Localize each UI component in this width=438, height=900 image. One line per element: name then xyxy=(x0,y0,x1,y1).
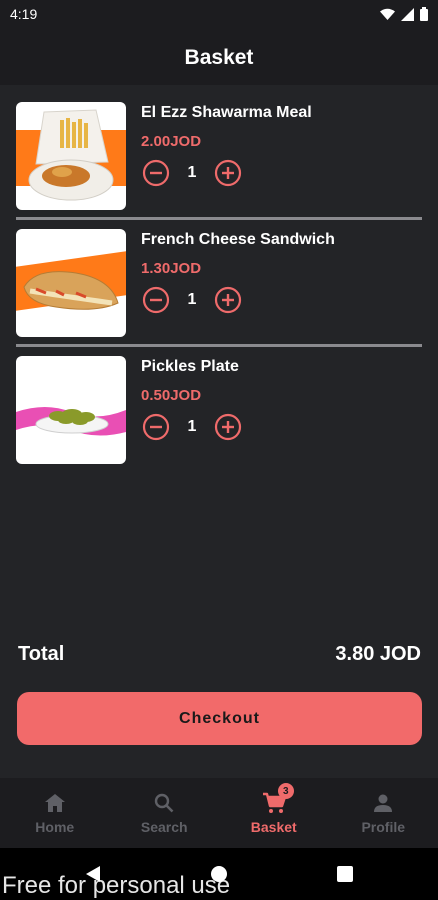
item-name: El Ezz Shawarma Meal xyxy=(141,104,312,121)
plus-circle-icon xyxy=(214,286,242,314)
item-divider xyxy=(16,344,422,347)
quantity-value: 1 xyxy=(187,291,197,308)
nav-home-label: Home xyxy=(35,819,75,835)
total-value: 3.80 JOD xyxy=(335,643,421,665)
basket-count-badge: 3 xyxy=(277,783,294,799)
checkout-button[interactable]: Checkout xyxy=(17,692,422,745)
recent-apps-icon[interactable] xyxy=(337,866,353,882)
checkout-label: Checkout xyxy=(179,709,260,727)
decrease-quantity-button[interactable] xyxy=(141,285,171,315)
increase-quantity-button[interactable] xyxy=(213,412,243,442)
item-price: 0.50JOD xyxy=(141,387,202,404)
watermark-text: Free for personal use xyxy=(2,872,231,899)
increase-quantity-button[interactable] xyxy=(213,285,243,315)
plus-circle-icon xyxy=(214,413,242,441)
shawarma-meal-image xyxy=(16,102,126,210)
status-icons xyxy=(380,7,428,21)
nav-home[interactable]: Home xyxy=(0,778,110,848)
pickles-plate-image xyxy=(16,356,126,464)
home-icon xyxy=(44,791,66,815)
cheese-sandwich-image xyxy=(16,229,126,337)
basket-item: French Cheese Sandwich 1.30JOD 1 xyxy=(16,229,422,347)
minus-circle-icon xyxy=(142,413,170,441)
quantity-stepper: 1 xyxy=(141,158,243,188)
decrease-quantity-button[interactable] xyxy=(141,412,171,442)
status-time: 4:19 xyxy=(10,6,38,22)
quantity-stepper: 1 xyxy=(141,412,243,442)
basket-item: El Ezz Shawarma Meal 2.00JOD 1 xyxy=(16,102,422,220)
increase-quantity-button[interactable] xyxy=(213,158,243,188)
page-title: Basket xyxy=(184,45,254,69)
item-divider xyxy=(16,217,422,220)
wifi-icon xyxy=(380,8,395,20)
plus-circle-icon xyxy=(214,159,242,187)
nav-profile[interactable]: Profile xyxy=(329,778,438,848)
item-price: 1.30JOD xyxy=(141,260,202,277)
status-bar: 4:19 xyxy=(0,0,438,30)
item-price: 2.00JOD xyxy=(141,133,202,150)
decrease-quantity-button[interactable] xyxy=(141,158,171,188)
app-header: Basket xyxy=(0,30,438,85)
quantity-value: 1 xyxy=(187,418,197,435)
person-icon xyxy=(373,791,393,815)
signal-icon xyxy=(401,7,414,21)
quantity-stepper: 1 xyxy=(141,285,243,315)
bottom-nav: Home Search 3 Basket Profile xyxy=(0,778,438,848)
total-label: Total xyxy=(18,643,65,665)
nav-profile-label: Profile xyxy=(361,819,406,835)
nav-basket[interactable]: 3 Basket xyxy=(219,778,329,848)
nav-basket-label: Basket xyxy=(250,819,297,835)
minus-circle-icon xyxy=(142,286,170,314)
minus-circle-icon xyxy=(142,159,170,187)
search-icon xyxy=(154,791,174,815)
nav-search[interactable]: Search xyxy=(110,778,220,848)
item-name: French Cheese Sandwich xyxy=(141,231,335,248)
basket-content: El Ezz Shawarma Meal 2.00JOD 1 French Ch… xyxy=(0,85,438,778)
cart-icon: 3 xyxy=(262,783,294,815)
nav-search-label: Search xyxy=(140,819,188,835)
quantity-value: 1 xyxy=(187,164,197,181)
basket-item: Pickles Plate 0.50JOD 1 xyxy=(16,356,420,468)
item-name: Pickles Plate xyxy=(141,358,239,375)
battery-icon xyxy=(420,7,428,21)
